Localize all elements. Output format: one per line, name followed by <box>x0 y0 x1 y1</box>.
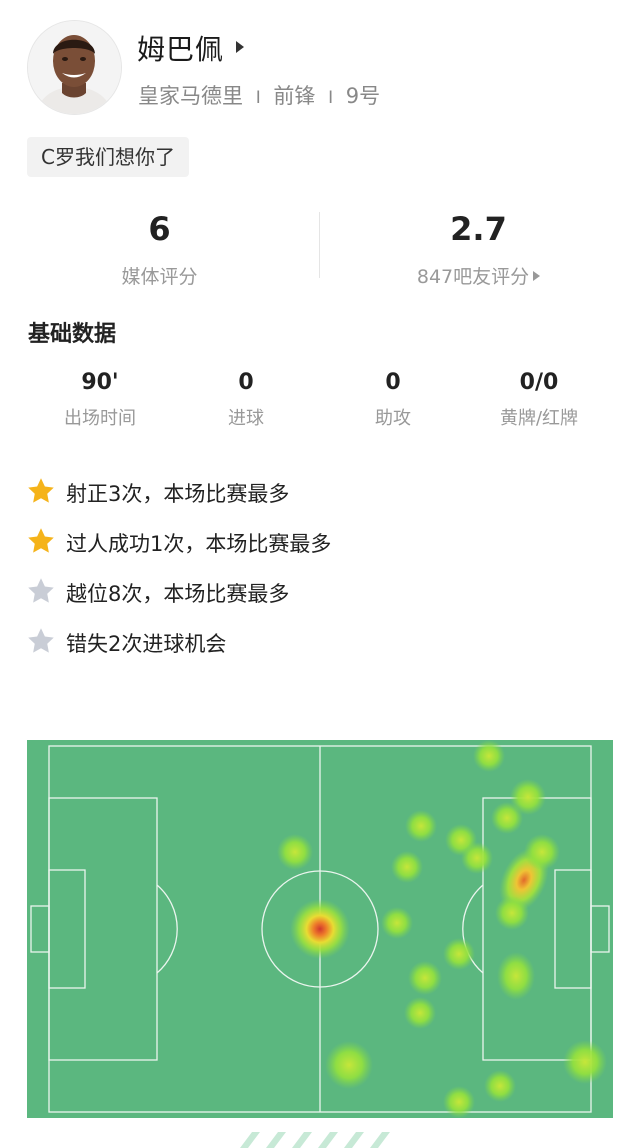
stat-value: 90' <box>81 370 119 395</box>
player-meta: 皇家马德里 I 前锋 I 9号 <box>138 80 380 110</box>
meta-separator: I <box>255 88 261 108</box>
player-position: 前锋 <box>273 84 316 108</box>
stat-label: 助攻 <box>375 408 411 429</box>
section-title-basic: 基础数据 <box>28 322 117 347</box>
stat-label: 黄牌/红牌 <box>499 408 579 429</box>
stat-label: 出场时间 <box>64 408 136 429</box>
media-rating-label: 媒体评分 <box>121 266 198 288</box>
heatmap <box>27 740 613 1118</box>
star-gray-icon <box>28 578 54 603</box>
caret-right-icon[interactable] <box>236 41 244 53</box>
stat-value: 0 <box>385 370 401 395</box>
fan-rating-value: 2.7 <box>450 210 507 248</box>
star-gray-icon <box>28 628 54 653</box>
stat-label: 进球 <box>228 408 264 429</box>
pitch-heatmap <box>27 740 613 1118</box>
loading-stripes-decoration <box>240 1132 390 1148</box>
highlight-text: 射正3次，本场比赛最多 <box>66 482 290 506</box>
stat-assists: 0 助攻 <box>333 370 453 430</box>
highlight-item: 越位8次，本场比赛最多 <box>26 574 626 624</box>
meta-separator: I <box>328 88 334 108</box>
player-photo <box>28 21 121 114</box>
highlight-text: 越位8次，本场比赛最多 <box>66 582 290 606</box>
highlight-text: 错失2次进球机会 <box>66 632 227 656</box>
star-gold-icon <box>28 478 54 503</box>
fan-rating-label-row[interactable]: 847吧友评分 <box>319 262 638 289</box>
highlight-text: 过人成功1次，本场比赛最多 <box>66 532 332 556</box>
player-number: 9号 <box>345 84 381 108</box>
comment-tag[interactable]: C罗我们想你了 <box>27 137 189 177</box>
stat-goals: 0 进球 <box>186 370 306 430</box>
player-club[interactable]: 皇家马德里 <box>138 84 243 108</box>
stat-value: 0/0 <box>519 370 559 395</box>
stat-value: 0 <box>238 370 254 395</box>
player-name[interactable]: 姆巴佩 <box>137 28 224 68</box>
highlight-item: 射正3次，本场比赛最多 <box>26 474 626 524</box>
player-avatar[interactable] <box>27 20 122 115</box>
stat-cards: 0/0 黄牌/红牌 <box>479 370 599 430</box>
highlights-list: 射正3次，本场比赛最多 过人成功1次，本场比赛最多 越位8次，本场比赛最多 错失… <box>26 474 626 674</box>
media-rating-value: 6 <box>148 210 171 248</box>
stat-minutes: 90' 出场时间 <box>40 370 160 430</box>
highlight-item: 错失2次进球机会 <box>26 624 626 674</box>
fan-rating[interactable]: 2.7 847吧友评分 <box>319 200 638 289</box>
caret-right-icon <box>533 271 541 281</box>
basic-stats: 90' 出场时间 0 进球 0 助攻 0/0 黄牌/红牌 <box>0 370 638 440</box>
star-gold-icon <box>28 528 54 553</box>
fan-rating-label: 847吧友评分 <box>416 266 530 288</box>
highlight-item: 过人成功1次，本场比赛最多 <box>26 524 626 574</box>
ratings-row: 6 媒体评分 2.7 847吧友评分 <box>0 200 638 300</box>
player-header: 姆巴佩 皇家马德里 I 前锋 I 9号 C罗我们想你了 <box>0 0 638 190</box>
media-rating: 6 媒体评分 <box>0 200 319 289</box>
